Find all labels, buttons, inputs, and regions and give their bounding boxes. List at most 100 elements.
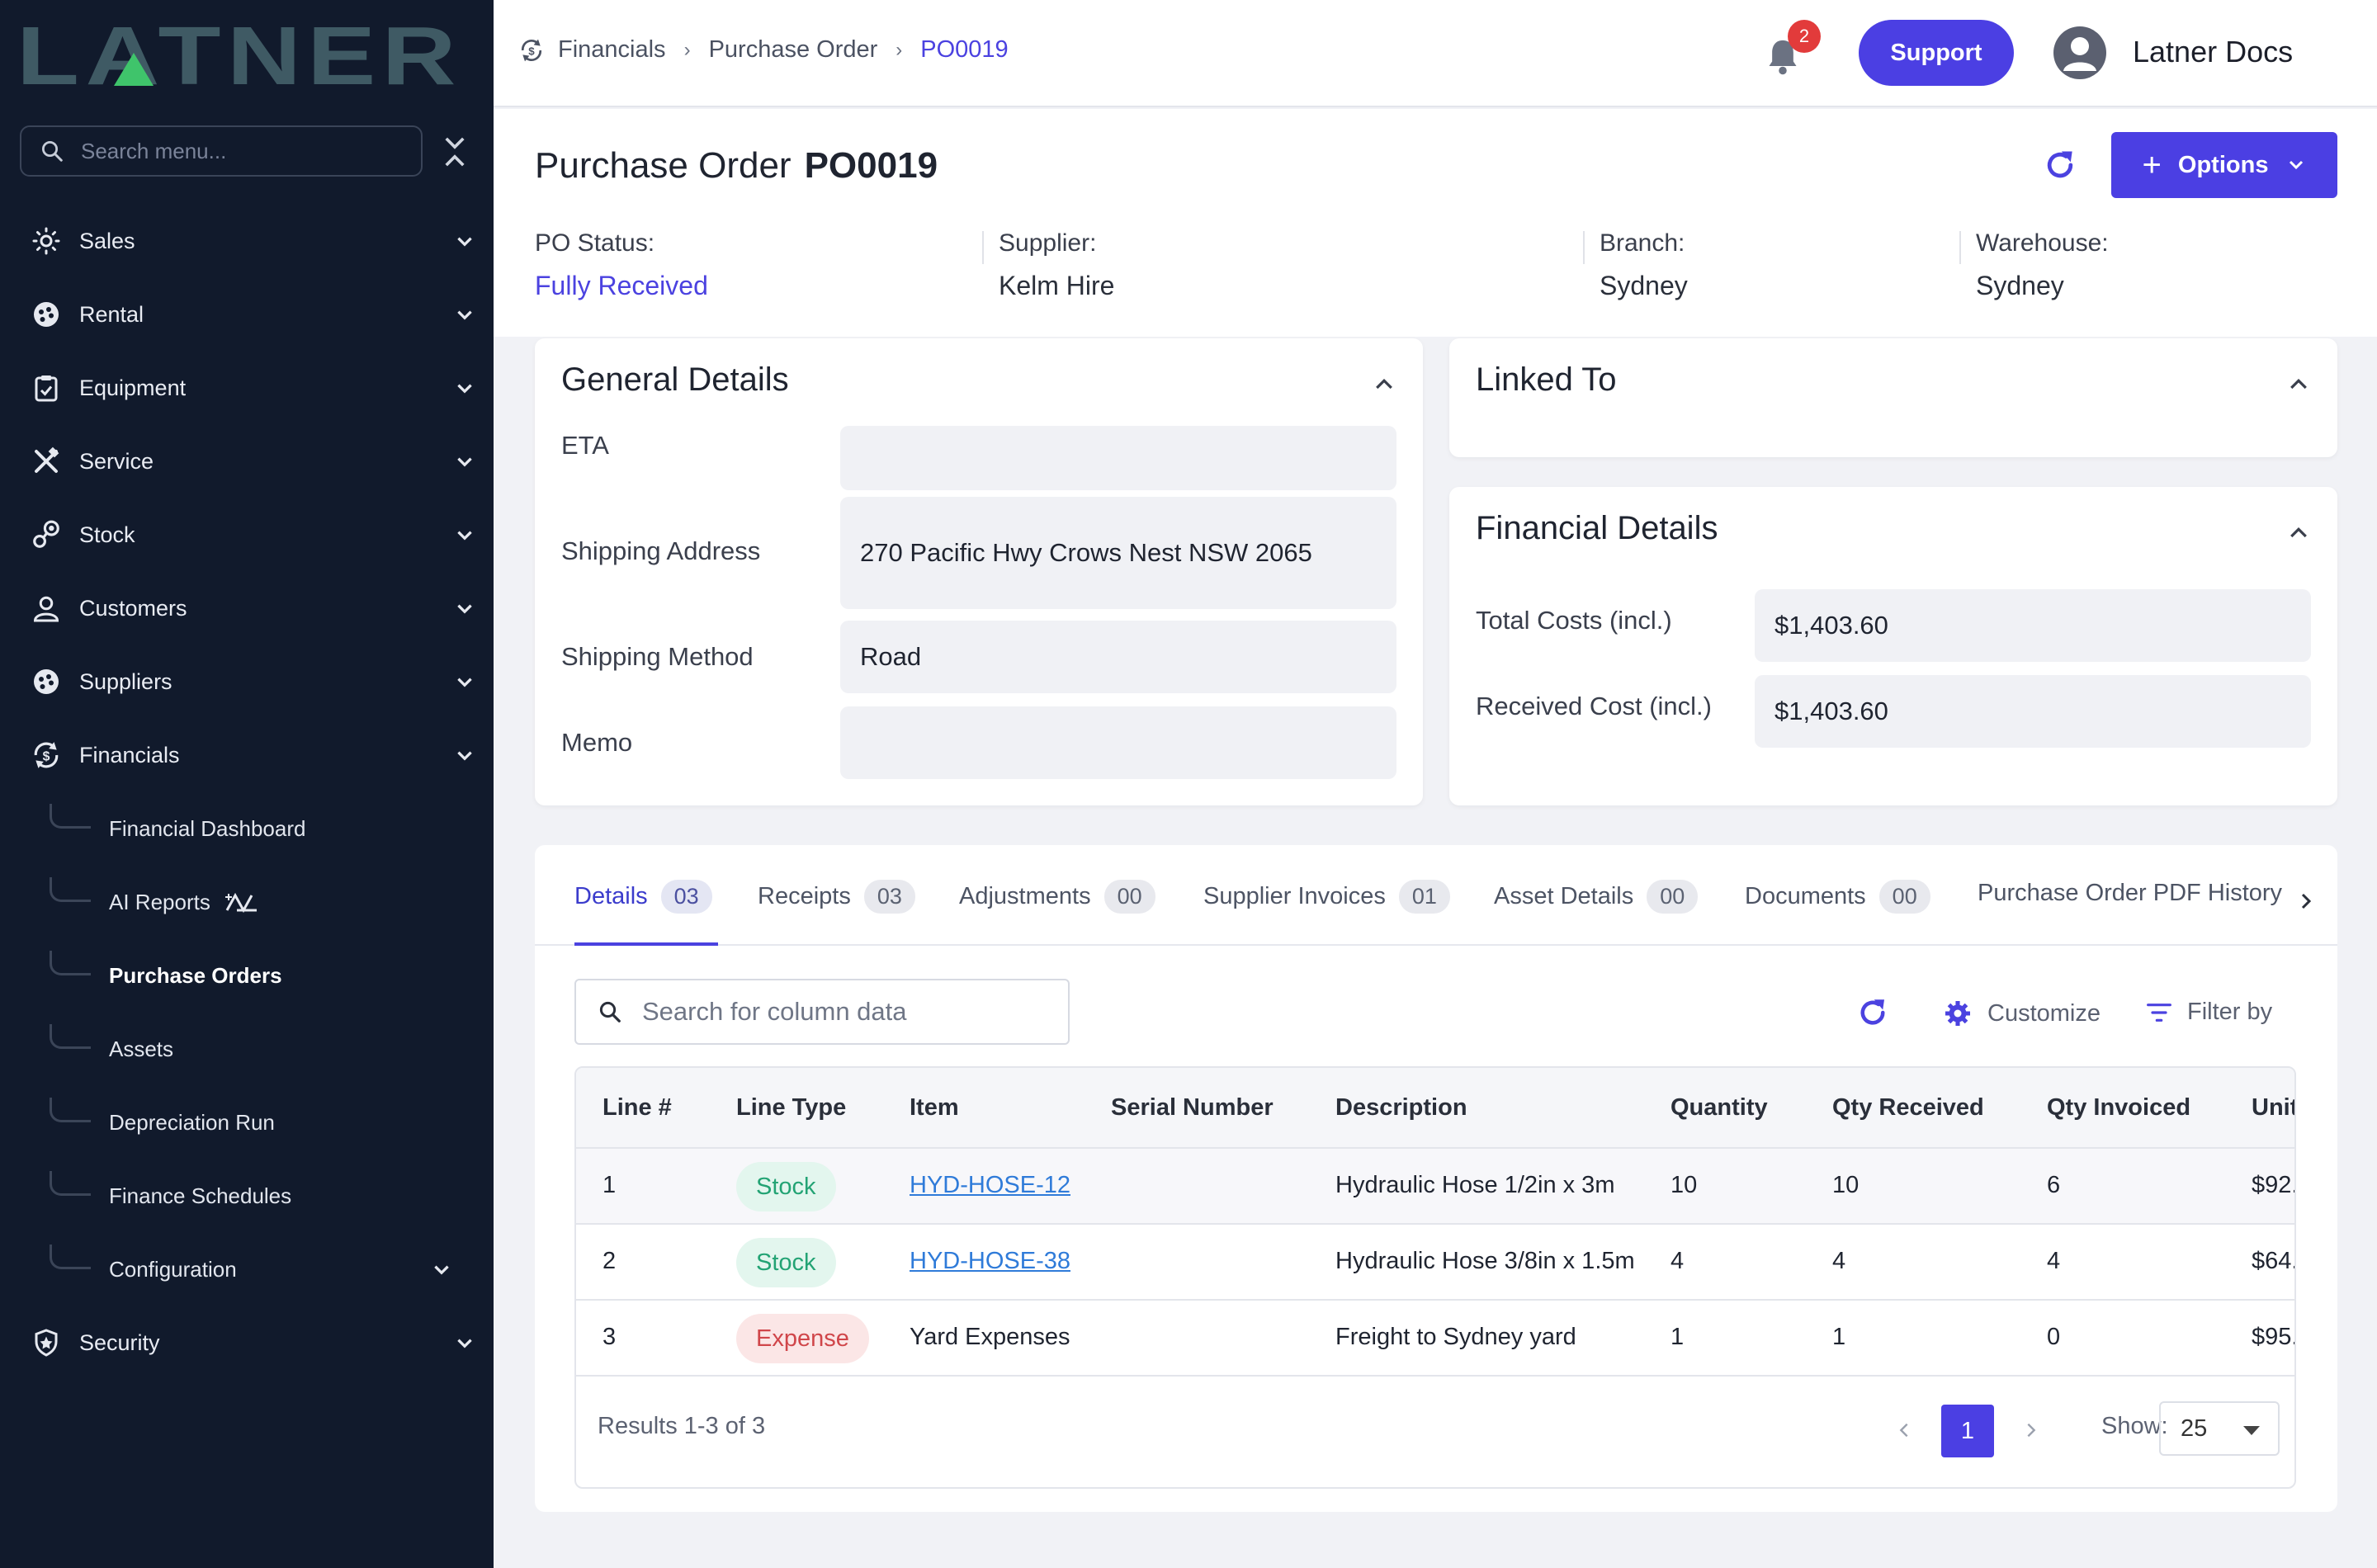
sidebar-subitem-finance-schedules[interactable]: Finance Schedules [50, 1171, 462, 1221]
table-row[interactable]: 2 Stock HYD-HOSE-38 Hydraulic Hose 3/8in… [576, 1225, 2294, 1301]
chevron-up-icon[interactable] [2286, 520, 2311, 545]
item-link[interactable]: HYD-HOSE-38 [910, 1248, 1070, 1274]
tab-adjustments[interactable]: Adjustments 00 [959, 880, 1155, 914]
rental-icon [30, 298, 63, 331]
sidebar-item-label: Service [79, 448, 154, 474]
table-row[interactable]: 1 Stock HYD-HOSE-12 Hydraulic Hose 1/2in… [576, 1149, 2296, 1225]
filter-icon [2147, 1003, 2171, 1022]
meta-label: Branch: [1600, 229, 1685, 257]
refresh-icon[interactable] [2042, 147, 2078, 183]
search-menu-input[interactable] [81, 138, 395, 164]
sidebar-item-stock[interactable]: Stock [30, 510, 475, 560]
active-tab-indicator [574, 942, 718, 946]
chevron-up-icon[interactable] [2286, 371, 2311, 396]
filter-by-button[interactable]: Filter by [2146, 999, 2272, 1026]
avatar[interactable] [2053, 26, 2106, 79]
meta-label: Supplier: [999, 229, 1097, 257]
sidebar-subitem-ai-reports[interactable]: AI Reports [50, 877, 462, 927]
user-name[interactable]: Latner Docs [2133, 35, 2293, 69]
sales-icon [30, 224, 63, 257]
sidebar-subitem-label: Depreciation Run [109, 1109, 275, 1135]
field-label-received-cost: Received Cost (incl.) [1476, 692, 1712, 720]
sidebar-subitem-depreciation-run[interactable]: Depreciation Run [50, 1098, 462, 1147]
collapse-sidebar-icon[interactable] [442, 134, 467, 170]
tree-branch [50, 1171, 91, 1196]
cell-item: Yard Expenses [910, 1324, 1070, 1350]
column-header-quantity[interactable]: Quantity [1671, 1094, 1768, 1122]
shipping-address-field[interactable]: 270 Pacific Hwy Crows Nest NSW 2065 [840, 497, 1396, 609]
tab-details[interactable]: Details 03 [574, 880, 712, 914]
sidebar-subitem-purchase-orders[interactable]: Purchase Orders [50, 951, 462, 1000]
chevron-down-icon [457, 310, 472, 320]
line-items-card: Details 03 Receipts 03 Adjustments 00 Su… [535, 845, 2337, 1512]
tab-count-badge: 03 [863, 880, 915, 914]
sidebar-subitem-assets[interactable]: Assets [50, 1024, 462, 1074]
sidebar-subitem-configuration[interactable]: Configuration [50, 1244, 462, 1294]
line-type-badge: Stock [736, 1162, 836, 1211]
tree-branch [50, 804, 91, 829]
tab-receipts[interactable]: Receipts 03 [758, 880, 915, 914]
memo-field[interactable] [840, 706, 1396, 779]
sidebar-item-sales[interactable]: Sales [30, 216, 475, 266]
po-number: PO0019 [804, 145, 938, 186]
tab-count-badge: 00 [1878, 880, 1930, 914]
support-button[interactable]: Support [1859, 20, 2014, 86]
chevron-right-icon[interactable] [2296, 891, 2316, 911]
column-search-input[interactable] [642, 997, 1055, 1027]
latner-logo[interactable]: LATNER [17, 20, 462, 91]
stock-icon [30, 518, 63, 551]
sidebar-item-service[interactable]: Service [30, 437, 475, 486]
sidebar-item-security[interactable]: Security [30, 1318, 475, 1367]
customize-button[interactable]: Customize [1943, 999, 2101, 1028]
sidebar-item-equipment[interactable]: Equipment [30, 363, 475, 413]
tab-count-badge: 01 [1398, 880, 1450, 914]
refresh-icon[interactable] [1855, 995, 1890, 1030]
cell-unit: $92. [2252, 1172, 2296, 1198]
column-header-qty-received[interactable]: Qty Received [1832, 1094, 1984, 1122]
tab-purchase-order-pdf-history[interactable]: Purchase Order PDF History [1978, 880, 2290, 907]
tab-count-badge: 00 [1103, 880, 1155, 914]
eta-field[interactable] [840, 426, 1396, 490]
tab-documents[interactable]: Documents 00 [1745, 880, 1930, 914]
field-label-total-costs: Total Costs (incl.) [1476, 606, 1672, 635]
sidebar-item-suppliers[interactable]: Suppliers [30, 657, 475, 706]
page-button-current[interactable]: 1 [1941, 1405, 1994, 1457]
page-size-select[interactable]: 25 [2159, 1401, 2280, 1456]
status-badge: Fully Received [535, 271, 708, 300]
sidebar-item-customers[interactable]: Customers [30, 583, 475, 633]
column-header-qty-invoiced[interactable]: Qty Invoiced [2047, 1094, 2190, 1122]
tree-branch [50, 1024, 91, 1049]
page-title-prefix: Purchase Order [535, 145, 792, 186]
column-header-serial-number[interactable]: Serial Number [1111, 1094, 1274, 1122]
tab-label: Documents [1745, 883, 1866, 909]
breadcrumb-financials[interactable]: Financials [558, 36, 666, 64]
column-header-description[interactable]: Description [1335, 1094, 1467, 1122]
item-link[interactable]: HYD-HOSE-12 [910, 1172, 1070, 1198]
search-menu-field[interactable] [20, 125, 423, 177]
sidebar-subitem-financial-dashboard[interactable]: Financial Dashboard [50, 804, 462, 853]
cell-item: HYD-HOSE-38 [910, 1248, 1070, 1275]
tab-supplier-invoices[interactable]: Supplier Invoices 01 [1203, 880, 1450, 914]
column-header-unit[interactable]: Unit [2252, 1094, 2294, 1122]
tab-bar: Details 03 Receipts 03 Adjustments 00 Su… [535, 845, 2337, 946]
tree-branch [50, 877, 91, 902]
chevron-right-icon[interactable] [2022, 1421, 2040, 1439]
sidebar-item-financials[interactable]: $ Financials [30, 730, 475, 780]
column-search-field[interactable] [574, 979, 1070, 1045]
chevron-left-icon[interactable] [1895, 1421, 1913, 1439]
shipping-method-field[interactable]: Road [840, 621, 1396, 693]
meta-value: Kelm Hire [999, 271, 1115, 300]
tab-asset-details[interactable]: Asset Details 00 [1494, 880, 1699, 914]
results-count: Results 1-3 of 3 [598, 1413, 766, 1439]
table-header: Line # Line Type Item Serial Number Desc… [576, 1068, 2294, 1149]
table-row[interactable]: 3 Expense Yard Expenses Freight to Sydne… [576, 1301, 2294, 1377]
column-header-item[interactable]: Item [910, 1094, 959, 1122]
column-header-line-type[interactable]: Line Type [736, 1094, 846, 1122]
general-details-card: General Details ETA Shipping Address 270… [535, 338, 1423, 805]
options-button[interactable]: + Options [2111, 132, 2337, 198]
breadcrumb-purchase-order[interactable]: Purchase Order [709, 36, 878, 64]
user-avatar-icon [2063, 37, 2096, 71]
column-header-line[interactable]: Line # [603, 1094, 672, 1122]
sidebar-item-rental[interactable]: Rental [30, 290, 475, 339]
chevron-up-icon[interactable] [1372, 371, 1396, 396]
